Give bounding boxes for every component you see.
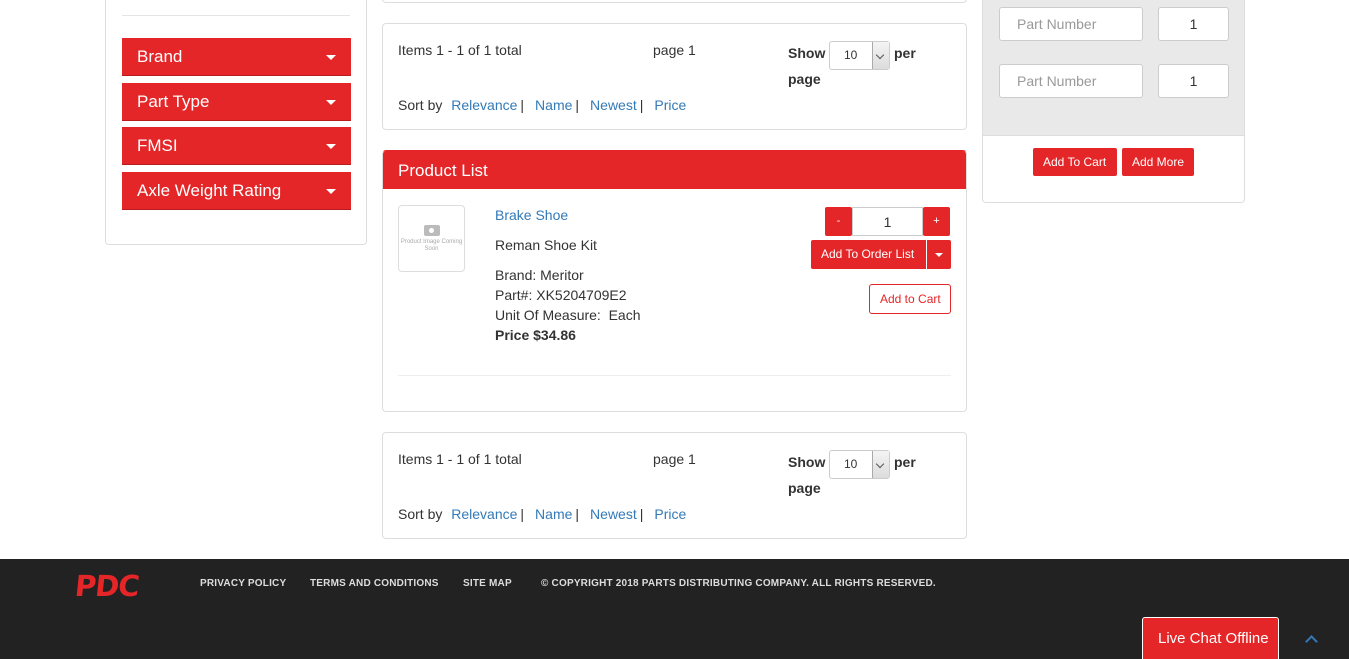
facet-label: Part Type bbox=[137, 92, 210, 111]
sort-label: Sort by bbox=[398, 97, 443, 113]
facet-label: Axle Weight Rating bbox=[137, 181, 282, 200]
pager-top: Items 1 - 1 of 1 total page 1 Show 10 pe… bbox=[382, 23, 967, 130]
caret-down-icon bbox=[326, 55, 336, 60]
product-part-number: Part#: XK5204709E2 bbox=[495, 287, 627, 303]
per-label: per bbox=[894, 454, 916, 470]
camera-icon bbox=[424, 225, 440, 236]
quick-order-panel: Part Number 1 Part Number 1 Add To Cart … bbox=[982, 0, 1245, 203]
live-chat-button[interactable]: Live Chat Offline bbox=[1142, 617, 1279, 659]
qty-decrement-button[interactable]: - bbox=[825, 207, 852, 236]
page-indicator: page 1 bbox=[653, 42, 696, 58]
sort-bar: Sort by Relevance | Name | Newest | Price bbox=[398, 506, 686, 522]
facet-sidebar: Brand Part Type FMSI Axle Weight Rating bbox=[105, 0, 367, 245]
chevron-down-icon bbox=[872, 451, 889, 478]
site-footer: PDC PRIVACY POLICY TERMS AND CONDITIONS … bbox=[0, 559, 1349, 659]
per-page-value: 10 bbox=[844, 48, 858, 62]
show-label: Show bbox=[788, 454, 826, 470]
pdc-logo[interactable]: PDC bbox=[73, 569, 140, 603]
privacy-policy-link[interactable]: PRIVACY POLICY bbox=[200, 578, 286, 589]
page-label: page bbox=[788, 71, 821, 87]
pager-bottom: Items 1 - 1 of 1 total page 1 Show 10 pe… bbox=[382, 432, 967, 539]
items-count: Items 1 - 1 of 1 total bbox=[398, 42, 522, 58]
add-to-cart-button[interactable]: Add to Cart bbox=[869, 284, 951, 314]
sort-price-link[interactable]: Price bbox=[654, 97, 686, 113]
part-qty-input[interactable]: 1 bbox=[1158, 7, 1229, 41]
part-number-input[interactable]: Part Number bbox=[999, 64, 1143, 98]
sort-relevance-link[interactable]: Relevance bbox=[451, 97, 517, 113]
facet-fmsi[interactable]: FMSI bbox=[122, 127, 351, 165]
product-divider bbox=[398, 375, 951, 376]
items-count: Items 1 - 1 of 1 total bbox=[398, 451, 522, 467]
caret-down-icon bbox=[326, 144, 336, 149]
caret-down-icon bbox=[326, 100, 336, 105]
product-name-link[interactable]: Brake Shoe bbox=[495, 207, 568, 223]
sort-separator: | bbox=[575, 506, 580, 522]
panel-top-edge bbox=[382, 0, 967, 3]
add-to-order-list-button[interactable]: Add To Order List bbox=[811, 240, 926, 269]
product-brand: Brand: Meritor bbox=[495, 267, 584, 283]
product-list-heading: Product List bbox=[383, 151, 966, 189]
per-page-value: 10 bbox=[844, 457, 858, 471]
qty-input[interactable]: 1 bbox=[852, 207, 923, 236]
part-qty-input[interactable]: 1 bbox=[1158, 64, 1229, 98]
copyright-text: © COPYRIGHT 2018 PARTS DISTRIBUTING COMP… bbox=[541, 578, 936, 589]
sort-separator: | bbox=[639, 97, 644, 113]
show-label: Show bbox=[788, 45, 826, 61]
product-image-placeholder[interactable]: Product Image Coming Soon bbox=[398, 205, 465, 272]
terms-link[interactable]: TERMS AND CONDITIONS bbox=[310, 578, 439, 589]
qty-increment-button[interactable]: + bbox=[923, 207, 950, 236]
page-label: page bbox=[788, 480, 821, 496]
facet-brand[interactable]: Brand bbox=[122, 38, 351, 76]
per-label: per bbox=[894, 45, 916, 61]
product-uom: Unit Of Measure: Each bbox=[495, 307, 641, 323]
order-list-dropdown-toggle[interactable] bbox=[927, 240, 951, 269]
add-more-button[interactable]: Add More bbox=[1122, 148, 1194, 176]
sort-newest-link[interactable]: Newest bbox=[590, 506, 637, 522]
sort-newest-link[interactable]: Newest bbox=[590, 97, 637, 113]
sort-relevance-link[interactable]: Relevance bbox=[451, 506, 517, 522]
product-description: Reman Shoe Kit bbox=[495, 237, 597, 253]
caret-down-icon bbox=[326, 189, 336, 194]
sort-bar: Sort by Relevance | Name | Newest | Price bbox=[398, 97, 686, 113]
site-map-link[interactable]: SITE MAP bbox=[463, 578, 512, 589]
facet-label: FMSI bbox=[137, 136, 178, 155]
sort-name-link[interactable]: Name bbox=[535, 506, 572, 522]
sort-label: Sort by bbox=[398, 506, 443, 522]
per-page-select[interactable]: 10 bbox=[829, 41, 890, 70]
sort-separator: | bbox=[520, 97, 525, 113]
sort-separator: | bbox=[639, 506, 644, 522]
sort-separator: | bbox=[575, 97, 580, 113]
page-indicator: page 1 bbox=[653, 451, 696, 467]
facet-axle-weight-rating[interactable]: Axle Weight Rating bbox=[122, 172, 351, 210]
product-price: Price $34.86 bbox=[495, 327, 576, 343]
facet-label: Brand bbox=[137, 47, 183, 66]
chevron-down-icon bbox=[872, 42, 889, 69]
per-page-select[interactable]: 10 bbox=[829, 450, 890, 479]
back-to-top-icon[interactable] bbox=[1305, 634, 1317, 646]
sort-price-link[interactable]: Price bbox=[654, 506, 686, 522]
quick-add-to-cart-button[interactable]: Add To Cart bbox=[1033, 148, 1117, 176]
sort-separator: | bbox=[520, 506, 525, 522]
sort-name-link[interactable]: Name bbox=[535, 97, 572, 113]
quick-order-rows: Part Number 1 Part Number 1 bbox=[983, 0, 1244, 136]
sidebar-divider bbox=[122, 15, 350, 16]
part-number-input[interactable]: Part Number bbox=[999, 7, 1143, 41]
facet-part-type[interactable]: Part Type bbox=[122, 83, 351, 121]
image-caption: Product Image Coming Soon bbox=[400, 239, 463, 252]
product-list-panel: Product List Product Image Coming Soon B… bbox=[382, 150, 967, 412]
